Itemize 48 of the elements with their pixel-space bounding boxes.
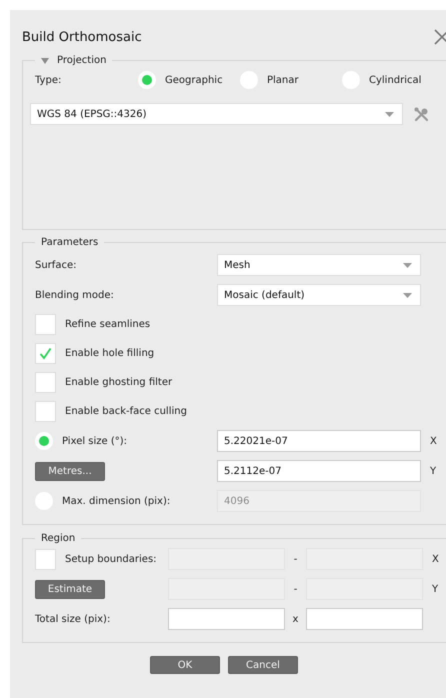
radio-button[interactable] <box>35 432 53 450</box>
dropdown[interactable]: Mosaic (default) <box>217 284 421 306</box>
axis-label: X <box>429 436 438 446</box>
input-field[interactable]: 5.22021e-07 <box>217 430 421 452</box>
close-icon[interactable] <box>434 29 446 45</box>
checkbox-label: Enable ghosting filter <box>65 377 172 388</box>
radio-label: Pixel size (°): <box>62 436 128 446</box>
radio-label: Cylindrical <box>369 74 422 86</box>
group-title: Projection <box>57 55 106 66</box>
radio-button[interactable] <box>138 71 156 89</box>
window-title: Build Orthomosaic <box>22 30 142 44</box>
radio-label: Planar <box>267 74 299 86</box>
collapse-triangle-icon[interactable] <box>41 58 49 64</box>
input-field[interactable] <box>306 608 423 630</box>
check-icon <box>39 347 52 360</box>
input-field[interactable] <box>168 608 285 630</box>
checkbox-label: Refine seamlines <box>65 319 150 330</box>
separator-label: - <box>292 554 298 564</box>
checkbox-label: Setup boundaries: <box>65 554 157 564</box>
field-label: Blending mode: <box>35 290 115 300</box>
dialog-button[interactable]: Cancel <box>228 656 298 674</box>
checkbox[interactable] <box>35 401 56 422</box>
metres-button[interactable]: Metres... <box>35 462 105 480</box>
checkbox[interactable] <box>35 314 56 335</box>
dropdown-caret-icon <box>403 262 412 268</box>
checkbox-label: Enable hole filling <box>65 348 154 359</box>
radio-label: Geographic <box>165 74 223 86</box>
checkbox[interactable] <box>35 343 56 364</box>
dropdown[interactable]: Mesh <box>217 254 421 276</box>
field-label: Total size (pix): <box>35 614 112 624</box>
field-label: Surface: <box>35 260 78 270</box>
group-title: Parameters <box>41 237 98 248</box>
checkbox[interactable] <box>35 372 56 393</box>
field-label: Type: <box>35 74 62 86</box>
radio-label: Max. dimension (pix): <box>62 496 170 506</box>
separator-label: - <box>292 584 298 594</box>
input-field[interactable]: 5.2112e-07 <box>217 460 421 482</box>
dialog-button[interactable]: OK <box>150 656 220 674</box>
axis-label: Y <box>431 584 440 594</box>
tools-icon[interactable] <box>413 106 430 122</box>
checkbox-label: Enable back-face culling <box>65 406 187 417</box>
separator-label: x <box>292 614 300 624</box>
axis-label: Y <box>429 466 438 476</box>
group-title: Region <box>41 533 76 544</box>
dropdown-caret-icon <box>385 112 394 116</box>
dropdown-caret-icon <box>403 292 412 298</box>
coordinate-system-dropdown[interactable]: WGS 84 (EPSG::4326) <box>30 103 403 125</box>
axis-label: X <box>431 554 440 564</box>
